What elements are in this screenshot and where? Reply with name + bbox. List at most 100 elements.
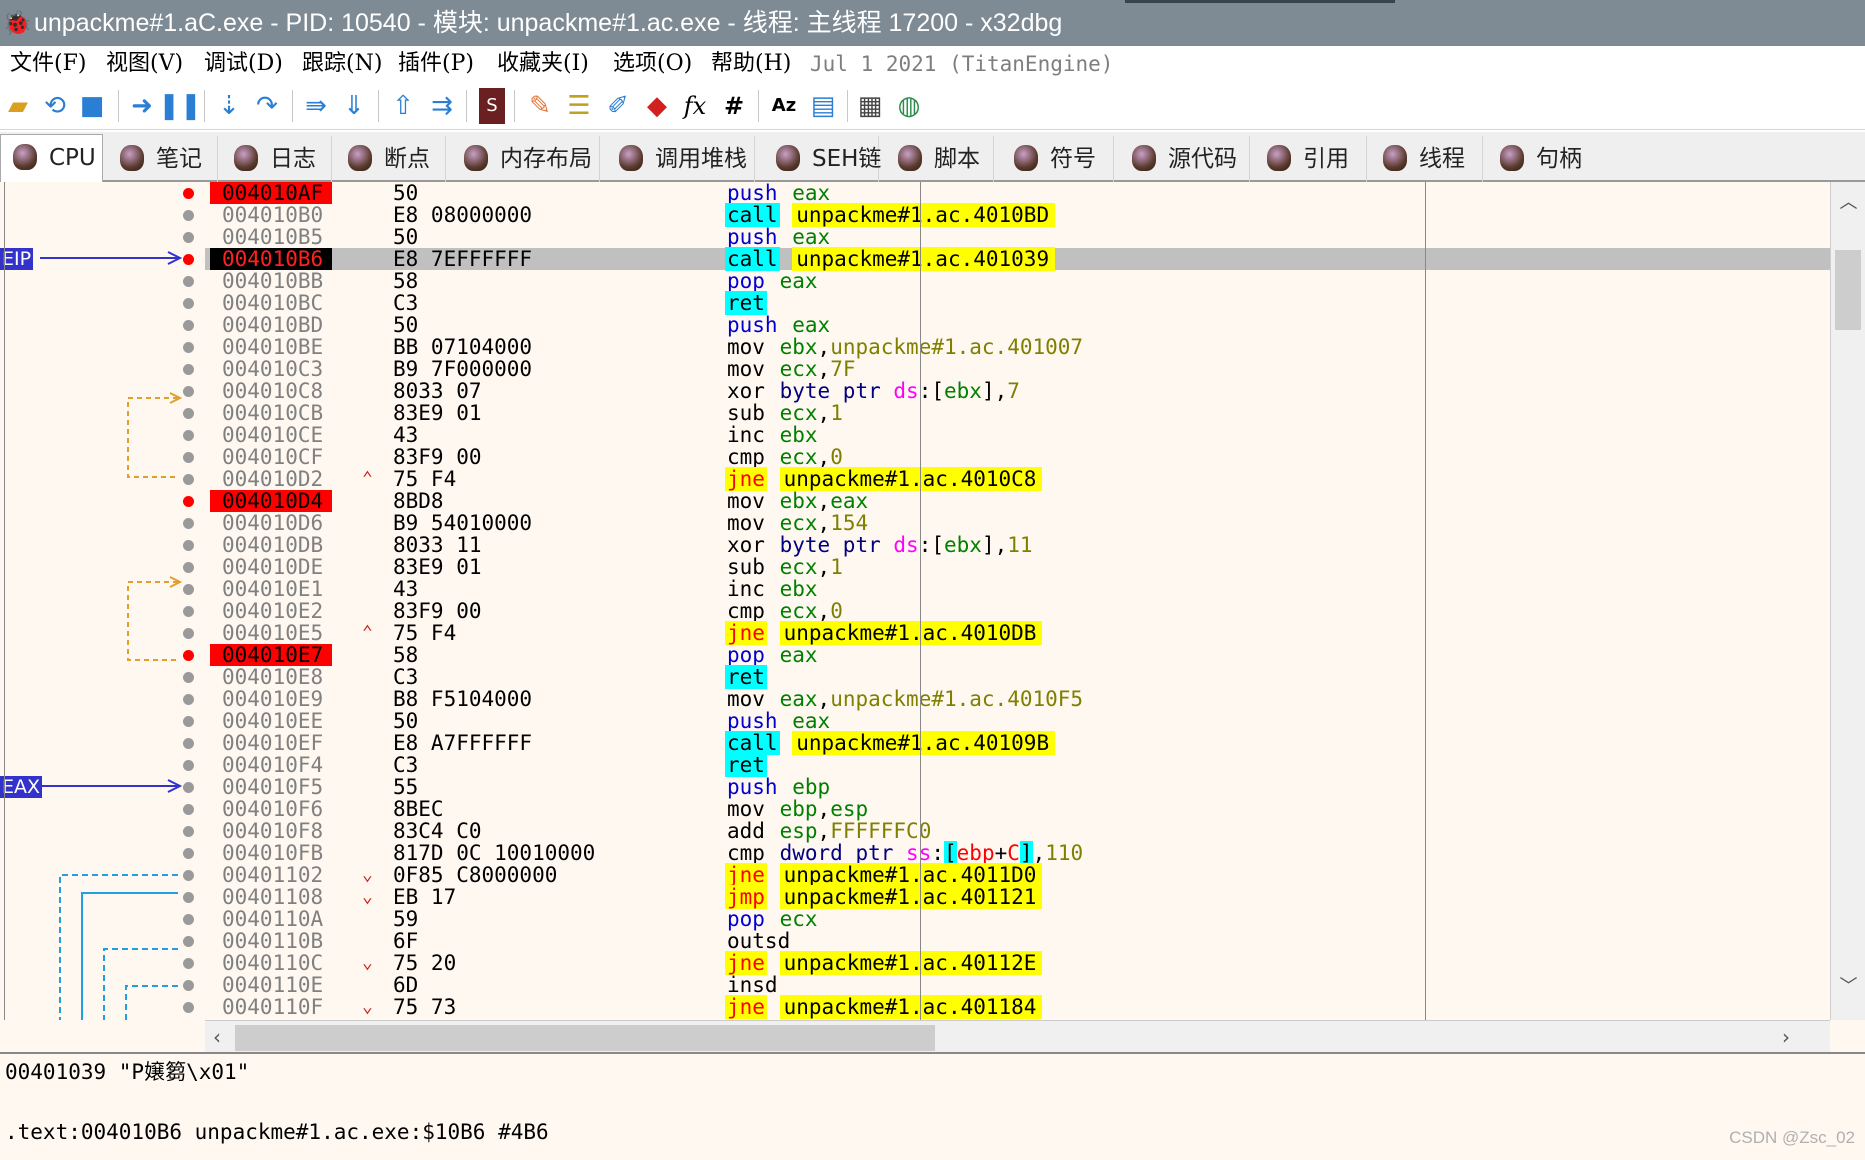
breakpoint-slot[interactable] — [183, 848, 194, 859]
instruction-row[interactable]: 004010BE BB 07104000 mov ebx,unpackme#1.ac… — [205, 336, 1830, 358]
jump-target[interactable]: unpackme#1.ac.40109B — [792, 731, 1056, 755]
tab-threads[interactable]: 线程 — [1371, 136, 1483, 182]
breakpoint-slot[interactable] — [183, 584, 194, 595]
breakpoint-slot[interactable] — [183, 386, 194, 397]
menu-view[interactable]: 视图(V) — [106, 46, 183, 82]
instruction-row[interactable]: 0040110F ⌄ 75 73 jne unpackme#1.ac.401184 — [205, 995, 1830, 1019]
instruction-row[interactable]: 004010B6 E8 7EFFFFFF call unpackme#1.ac.40… — [205, 247, 1830, 271]
run-to-user-code-icon[interactable]: ⇉ — [424, 88, 460, 124]
strings-icon[interactable]: Aᴢ — [766, 88, 802, 124]
disassembly-view[interactable]: EIP EAX 004010AF 50 push eax 004010B0 E8 080… — [0, 182, 1865, 1054]
menu-trace[interactable]: 跟踪(N) — [302, 46, 382, 82]
instruction-row[interactable]: 004010E2 83F9 00 cmp ecx,0 — [205, 600, 1830, 622]
horizontal-scrollbar[interactable]: ‹ › — [205, 1020, 1830, 1052]
jump-target[interactable]: unpackme#1.ac.401184 — [779, 995, 1043, 1019]
address-cell[interactable]: 004010DE — [210, 556, 332, 578]
instruction-row[interactable]: 004010F8 83C4 C0 add esp,FFFFFFC0 — [205, 820, 1830, 842]
calculator-icon[interactable]: ▦ — [852, 88, 888, 124]
instruction-row[interactable]: 004010FB 817D 0C 10010000 cmp dword ptr ss… — [205, 841, 1830, 865]
instruction-row[interactable]: 004010D6 B9 54010000 mov ecx,154 — [205, 512, 1830, 534]
instruction-row[interactable]: 0040110B 6F outsd — [205, 930, 1830, 952]
address-cell[interactable]: 004010D2 — [210, 468, 332, 490]
breakpoint-slot[interactable] — [183, 804, 194, 815]
jump-target[interactable]: unpackme#1.ac.4010C8 — [779, 467, 1043, 491]
comments-icon[interactable]: ☰ — [561, 88, 597, 124]
address-cell[interactable]: 004010E5 — [210, 622, 332, 644]
pause-icon[interactable]: ❚❚ — [158, 88, 202, 124]
tab-references[interactable]: 引用 — [1255, 136, 1367, 182]
jump-target[interactable]: unpackme#1.ac.4010DB — [779, 621, 1043, 645]
instruction-row[interactable]: 004010D2 ⌃ 75 F4 jne unpackme#1.ac.4010C8 — [205, 467, 1830, 491]
jump-target[interactable]: unpackme#1.ac.4010BD — [792, 203, 1056, 227]
breakpoint-slot[interactable] — [183, 782, 194, 793]
instruction-row[interactable]: 004010B0 E8 08000000 call unpackme#1.ac.40… — [205, 203, 1830, 227]
address-cell[interactable]: 0040110C — [210, 952, 332, 974]
instruction-row[interactable]: 004010F4 C3 ret — [205, 753, 1830, 777]
instruction-row[interactable]: 004010CE 43 inc ebx — [205, 424, 1830, 446]
address-cell[interactable]: 004010B5 — [210, 226, 332, 248]
tab-script[interactable]: 脚本 — [886, 136, 994, 182]
address-cell[interactable]: 004010E9 — [210, 688, 332, 710]
breakpoint-slot[interactable] — [183, 408, 194, 419]
breakpoint-slot[interactable] — [183, 738, 194, 749]
scroll-down-icon[interactable]: ﹀ — [1831, 972, 1865, 998]
breakpoint-slot[interactable] — [183, 518, 194, 529]
address-cell[interactable]: 004010CB — [210, 402, 332, 424]
tab-source[interactable]: 源代码 — [1120, 136, 1250, 182]
instruction-row[interactable]: 0040110C ⌄ 75 20 jne unpackme#1.ac.40112E — [205, 951, 1830, 975]
bookmarks-icon[interactable]: ◆ — [639, 88, 675, 124]
breakpoint-slot[interactable] — [183, 452, 194, 463]
breakpoint-slot[interactable] — [183, 232, 194, 243]
address-cell[interactable]: 004010F4 — [210, 754, 332, 776]
address-cell[interactable]: 004010BC — [210, 292, 332, 314]
instruction-row[interactable]: 004010D4 8BD8 mov ebx,eax — [205, 490, 1830, 512]
address-cell[interactable]: 004010B0 — [210, 204, 332, 226]
jump-target[interactable]: unpackme#1.ac.401039 — [792, 247, 1056, 271]
breakpoint-slot[interactable] — [183, 364, 194, 375]
instruction-row[interactable]: 004010CF 83F9 00 cmp ecx,0 — [205, 446, 1830, 468]
instruction-row[interactable]: 004010E8 C3 ret — [205, 665, 1830, 689]
patch-icon[interactable]: ✎ — [522, 88, 558, 124]
vertical-scrollbar[interactable]: ︿ ﹀ — [1830, 182, 1865, 1020]
menu-help[interactable]: 帮助(H) — [711, 46, 791, 82]
tab-notes[interactable]: 笔记 — [108, 136, 218, 182]
tab-symbols[interactable]: 符号 — [1002, 136, 1114, 182]
trace-over-icon[interactable]: ⇓ — [336, 88, 372, 124]
step-over-icon[interactable]: ↷ — [249, 88, 285, 124]
breakpoint-slot[interactable] — [183, 628, 194, 639]
instruction-row[interactable]: 004010AF 50 push eax — [205, 182, 1830, 204]
jump-target[interactable]: unpackme#1.ac.40112E — [779, 951, 1043, 975]
breakpoint-slot[interactable] — [183, 540, 194, 551]
instruction-row[interactable]: 004010EF E8 A7FFFFFF call unpackme#1.ac.40… — [205, 731, 1830, 755]
breakpoint-slot[interactable] — [183, 936, 194, 947]
jump-target[interactable]: unpackme#1.ac.4011D0 — [779, 863, 1043, 887]
instruction-row[interactable]: 00401102 ⌄ 0F85 C8000000 jne unpackme#1.ac.… — [205, 863, 1830, 887]
scrollbar-thumb[interactable] — [1835, 250, 1861, 330]
breakpoint-slot[interactable] — [183, 474, 194, 485]
menu-file[interactable]: 文件(F) — [10, 46, 86, 82]
address-cell[interactable]: 00401108 — [210, 886, 332, 908]
address-cell[interactable]: 00401102 — [210, 864, 332, 886]
instruction-row[interactable]: 004010BB 58 pop eax — [205, 270, 1830, 292]
tab-log[interactable]: 日志 — [222, 136, 332, 182]
instruction-row[interactable]: 004010C8 8033 07 xor byte ptr ds:[ebx],7 — [205, 380, 1830, 402]
breakpoint-slot[interactable] — [183, 980, 194, 991]
tab-breakpoints[interactable]: 断点 — [336, 136, 446, 182]
address-cell[interactable]: 0040110F — [210, 996, 332, 1018]
instruction-row[interactable]: 004010C3 B9 7F000000 mov ecx,7F — [205, 358, 1830, 380]
tab-call-stack[interactable]: 调用堆栈 — [607, 136, 755, 182]
menu-favourites[interactable]: 收藏夹(I) — [497, 46, 589, 82]
scrollbar-thumb[interactable] — [235, 1025, 935, 1051]
instruction-row[interactable]: 004010E7 58 pop eax — [205, 644, 1830, 666]
instruction-row[interactable]: 004010E9 B8 F5104000 mov eax,unpackme#1.ac… — [205, 688, 1830, 710]
labels-icon[interactable]: ✐ — [600, 88, 636, 124]
stop-icon[interactable]: ■ — [74, 88, 110, 124]
tab-cpu[interactable]: CPU — [0, 134, 103, 184]
hash-icon[interactable]: # — [716, 88, 752, 124]
address-cell[interactable]: 004010F5 — [210, 776, 332, 798]
breakpoint-slot[interactable] — [183, 914, 194, 925]
breakpoint-slot[interactable] — [183, 298, 194, 309]
address-cell[interactable]: 004010B6 — [210, 248, 332, 270]
menu-plugins[interactable]: 插件(P) — [398, 46, 474, 82]
address-cell[interactable]: 004010F8 — [210, 820, 332, 842]
